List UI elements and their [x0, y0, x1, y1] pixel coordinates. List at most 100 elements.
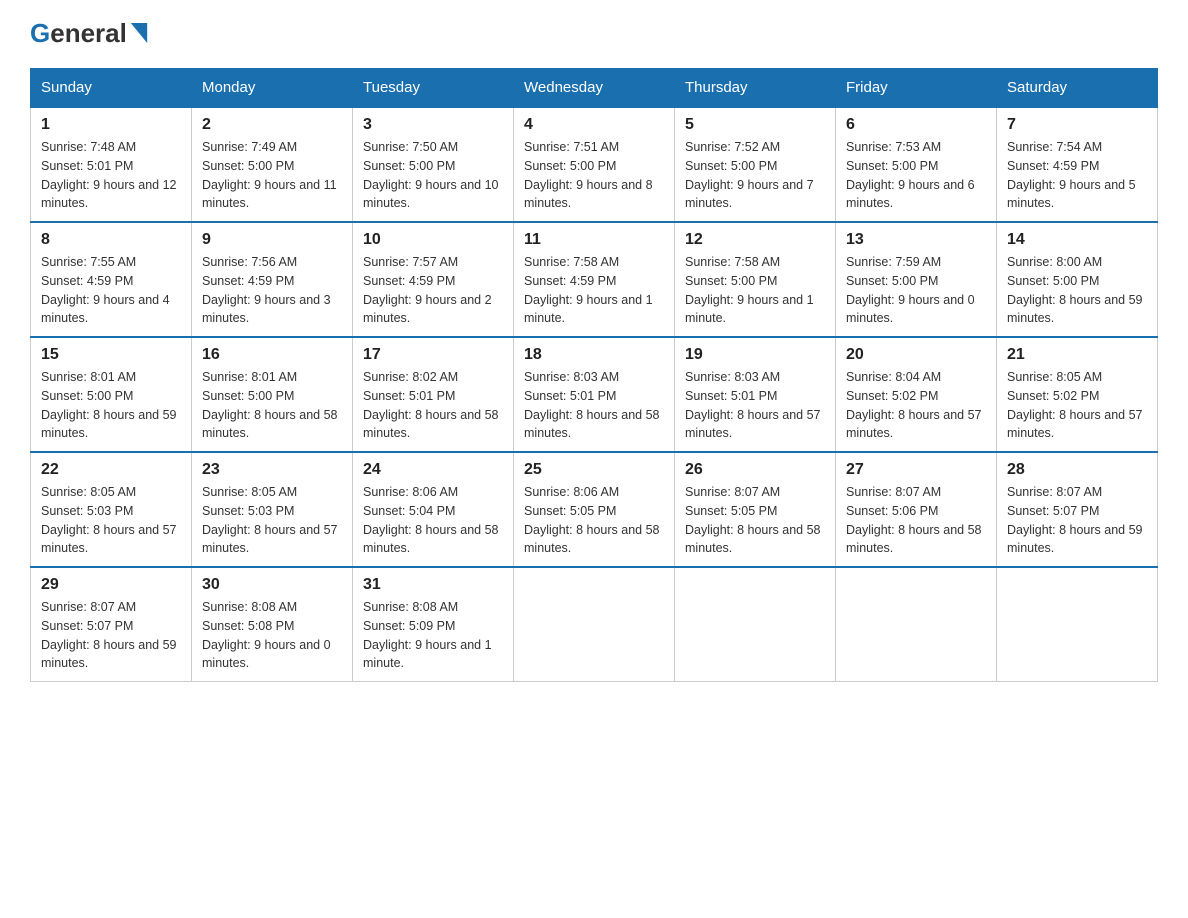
sunset-label: Sunset: 4:59 PM	[363, 274, 455, 288]
daylight-label: Daylight: 9 hours and 4 minutes.	[41, 293, 170, 326]
sunset-label: Sunset: 5:03 PM	[41, 504, 133, 518]
day-number: 1	[41, 116, 181, 134]
column-header-sunday: Sunday	[31, 69, 192, 108]
sunrise-label: Sunrise: 7:55 AM	[41, 255, 136, 269]
column-header-thursday: Thursday	[675, 69, 836, 108]
sunset-label: Sunset: 5:02 PM	[846, 389, 938, 403]
sunset-label: Sunset: 4:59 PM	[524, 274, 616, 288]
calendar-cell: 5 Sunrise: 7:52 AM Sunset: 5:00 PM Dayli…	[675, 107, 836, 222]
sunrise-label: Sunrise: 8:07 AM	[41, 600, 136, 614]
day-number: 29	[41, 576, 181, 594]
day-info: Sunrise: 8:07 AM Sunset: 5:07 PM Dayligh…	[41, 598, 181, 673]
sunset-label: Sunset: 5:00 PM	[202, 389, 294, 403]
day-info: Sunrise: 8:07 AM Sunset: 5:06 PM Dayligh…	[846, 483, 986, 558]
daylight-label: Daylight: 8 hours and 58 minutes.	[363, 523, 499, 556]
sunset-label: Sunset: 4:59 PM	[1007, 159, 1099, 173]
sunrise-label: Sunrise: 8:05 AM	[202, 485, 297, 499]
day-info: Sunrise: 8:02 AM Sunset: 5:01 PM Dayligh…	[363, 368, 503, 443]
sunrise-label: Sunrise: 7:48 AM	[41, 140, 136, 154]
calendar-cell: 26 Sunrise: 8:07 AM Sunset: 5:05 PM Dayl…	[675, 452, 836, 567]
day-number: 4	[524, 116, 664, 134]
daylight-label: Daylight: 8 hours and 58 minutes.	[363, 408, 499, 441]
daylight-label: Daylight: 9 hours and 0 minutes.	[202, 638, 331, 671]
day-number: 11	[524, 231, 664, 249]
daylight-label: Daylight: 9 hours and 7 minutes.	[685, 178, 814, 211]
calendar-week-4: 22 Sunrise: 8:05 AM Sunset: 5:03 PM Dayl…	[31, 452, 1158, 567]
day-number: 22	[41, 461, 181, 479]
daylight-label: Daylight: 8 hours and 57 minutes.	[41, 523, 177, 556]
sunset-label: Sunset: 5:00 PM	[846, 274, 938, 288]
day-info: Sunrise: 7:51 AM Sunset: 5:00 PM Dayligh…	[524, 138, 664, 213]
sunrise-label: Sunrise: 8:08 AM	[363, 600, 458, 614]
calendar-cell: 25 Sunrise: 8:06 AM Sunset: 5:05 PM Dayl…	[514, 452, 675, 567]
sunset-label: Sunset: 5:04 PM	[363, 504, 455, 518]
calendar-cell: 28 Sunrise: 8:07 AM Sunset: 5:07 PM Dayl…	[997, 452, 1158, 567]
day-info: Sunrise: 8:04 AM Sunset: 5:02 PM Dayligh…	[846, 368, 986, 443]
daylight-label: Daylight: 9 hours and 12 minutes.	[41, 178, 177, 211]
calendar-cell: 24 Sunrise: 8:06 AM Sunset: 5:04 PM Dayl…	[353, 452, 514, 567]
sunrise-label: Sunrise: 7:50 AM	[363, 140, 458, 154]
sunrise-label: Sunrise: 8:05 AM	[41, 485, 136, 499]
daylight-label: Daylight: 8 hours and 59 minutes.	[41, 408, 177, 441]
sunrise-label: Sunrise: 7:59 AM	[846, 255, 941, 269]
calendar-cell	[675, 567, 836, 682]
sunrise-label: Sunrise: 8:03 AM	[524, 370, 619, 384]
day-number: 24	[363, 461, 503, 479]
calendar-cell: 3 Sunrise: 7:50 AM Sunset: 5:00 PM Dayli…	[353, 107, 514, 222]
sunrise-label: Sunrise: 8:07 AM	[846, 485, 941, 499]
day-info: Sunrise: 7:54 AM Sunset: 4:59 PM Dayligh…	[1007, 138, 1147, 213]
day-info: Sunrise: 8:06 AM Sunset: 5:04 PM Dayligh…	[363, 483, 503, 558]
calendar-week-2: 8 Sunrise: 7:55 AM Sunset: 4:59 PM Dayli…	[31, 222, 1158, 337]
day-number: 25	[524, 461, 664, 479]
sunset-label: Sunset: 5:00 PM	[41, 389, 133, 403]
calendar-cell: 17 Sunrise: 8:02 AM Sunset: 5:01 PM Dayl…	[353, 337, 514, 452]
day-info: Sunrise: 7:52 AM Sunset: 5:00 PM Dayligh…	[685, 138, 825, 213]
day-info: Sunrise: 7:58 AM Sunset: 4:59 PM Dayligh…	[524, 253, 664, 328]
daylight-label: Daylight: 8 hours and 58 minutes.	[202, 408, 338, 441]
sunset-label: Sunset: 5:05 PM	[685, 504, 777, 518]
sunset-label: Sunset: 5:02 PM	[1007, 389, 1099, 403]
sunrise-label: Sunrise: 8:06 AM	[363, 485, 458, 499]
day-number: 9	[202, 231, 342, 249]
sunrise-label: Sunrise: 8:01 AM	[41, 370, 136, 384]
daylight-label: Daylight: 9 hours and 1 minute.	[524, 293, 653, 326]
calendar-week-1: 1 Sunrise: 7:48 AM Sunset: 5:01 PM Dayli…	[31, 107, 1158, 222]
day-number: 15	[41, 346, 181, 364]
day-info: Sunrise: 7:59 AM Sunset: 5:00 PM Dayligh…	[846, 253, 986, 328]
sunset-label: Sunset: 5:00 PM	[1007, 274, 1099, 288]
sunset-label: Sunset: 5:01 PM	[363, 389, 455, 403]
daylight-label: Daylight: 9 hours and 3 minutes.	[202, 293, 331, 326]
sunset-label: Sunset: 5:00 PM	[846, 159, 938, 173]
day-info: Sunrise: 8:07 AM Sunset: 5:05 PM Dayligh…	[685, 483, 825, 558]
day-number: 28	[1007, 461, 1147, 479]
day-number: 17	[363, 346, 503, 364]
sunrise-label: Sunrise: 8:06 AM	[524, 485, 619, 499]
sunset-label: Sunset: 5:07 PM	[1007, 504, 1099, 518]
day-info: Sunrise: 8:06 AM Sunset: 5:05 PM Dayligh…	[524, 483, 664, 558]
sunset-label: Sunset: 5:00 PM	[363, 159, 455, 173]
sunrise-label: Sunrise: 7:56 AM	[202, 255, 297, 269]
calendar-cell: 10 Sunrise: 7:57 AM Sunset: 4:59 PM Dayl…	[353, 222, 514, 337]
daylight-label: Daylight: 8 hours and 58 minutes.	[524, 523, 660, 556]
calendar-week-5: 29 Sunrise: 8:07 AM Sunset: 5:07 PM Dayl…	[31, 567, 1158, 682]
day-number: 5	[685, 116, 825, 134]
calendar-cell: 21 Sunrise: 8:05 AM Sunset: 5:02 PM Dayl…	[997, 337, 1158, 452]
sunset-label: Sunset: 5:00 PM	[685, 159, 777, 173]
sunset-label: Sunset: 5:01 PM	[41, 159, 133, 173]
sunset-label: Sunset: 5:03 PM	[202, 504, 294, 518]
day-info: Sunrise: 8:05 AM Sunset: 5:03 PM Dayligh…	[202, 483, 342, 558]
day-number: 23	[202, 461, 342, 479]
day-info: Sunrise: 8:05 AM Sunset: 5:02 PM Dayligh…	[1007, 368, 1147, 443]
daylight-label: Daylight: 8 hours and 57 minutes.	[202, 523, 338, 556]
sunset-label: Sunset: 5:07 PM	[41, 619, 133, 633]
day-number: 8	[41, 231, 181, 249]
sunrise-label: Sunrise: 7:58 AM	[524, 255, 619, 269]
day-number: 20	[846, 346, 986, 364]
sunrise-label: Sunrise: 8:05 AM	[1007, 370, 1102, 384]
day-number: 12	[685, 231, 825, 249]
day-info: Sunrise: 8:03 AM Sunset: 5:01 PM Dayligh…	[685, 368, 825, 443]
calendar-cell	[997, 567, 1158, 682]
daylight-label: Daylight: 9 hours and 0 minutes.	[846, 293, 975, 326]
sunset-label: Sunset: 5:00 PM	[524, 159, 616, 173]
sunrise-label: Sunrise: 7:49 AM	[202, 140, 297, 154]
